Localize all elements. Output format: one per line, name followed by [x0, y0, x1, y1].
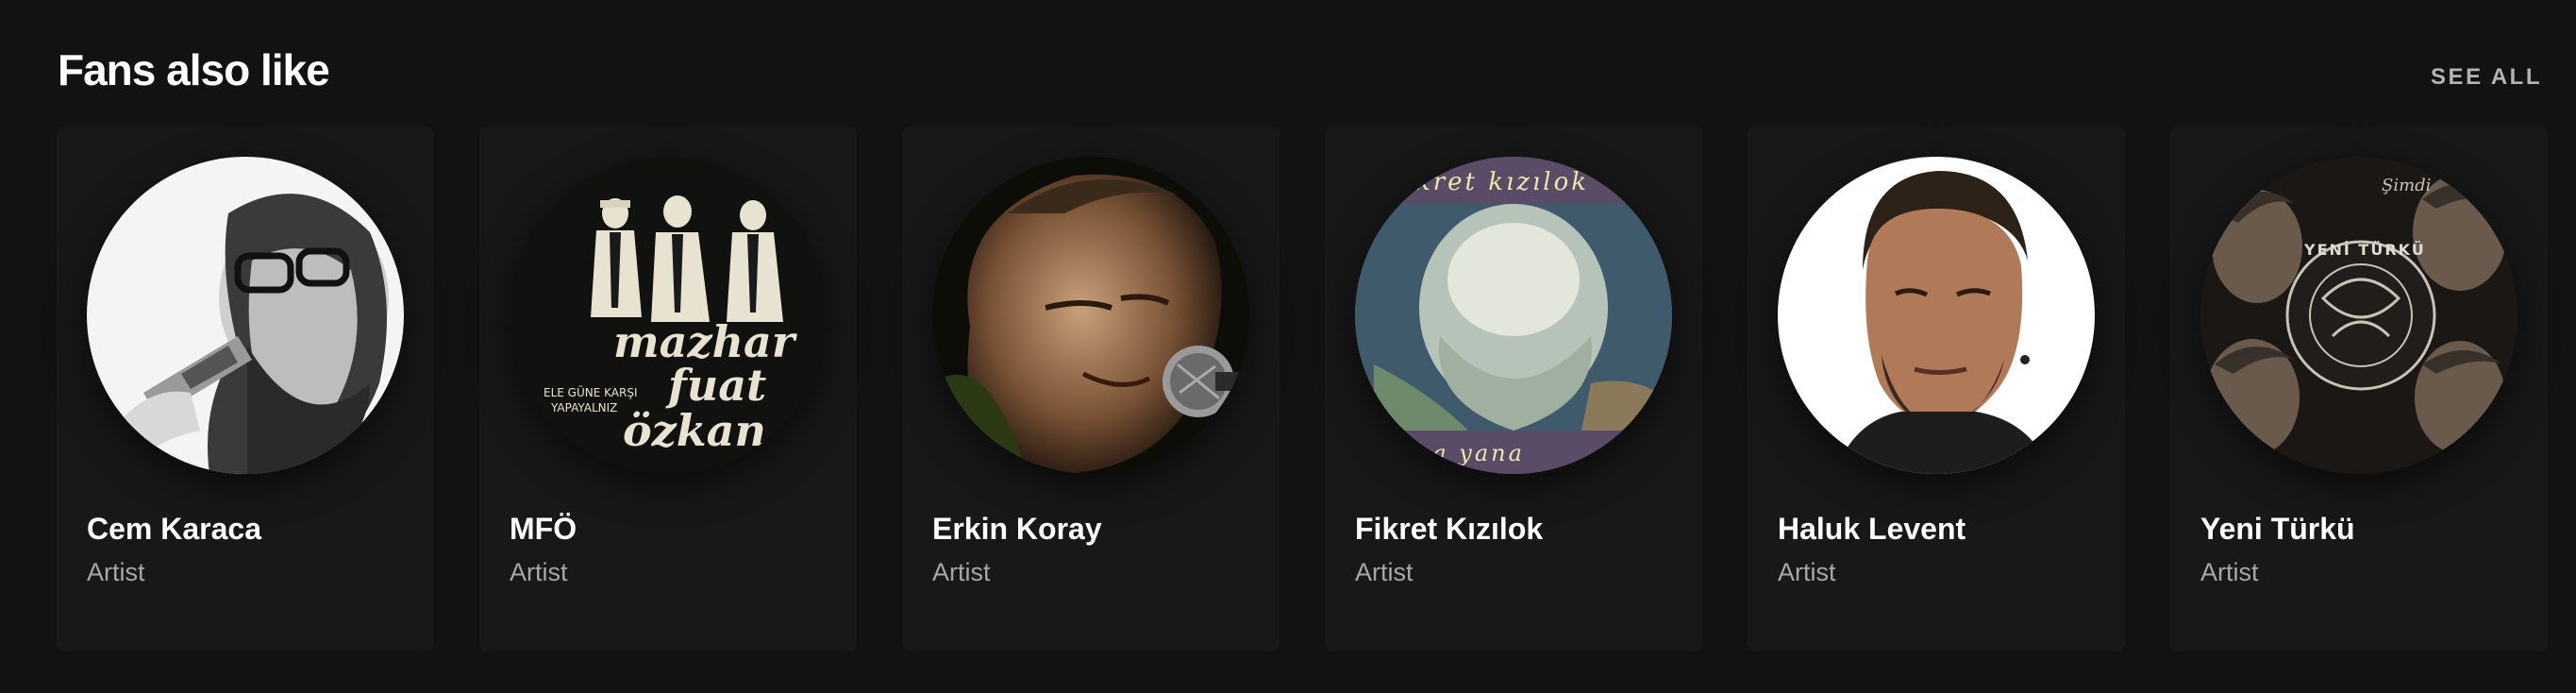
album-cover-portrait-icon: fikret kızılok yana yana [1355, 157, 1672, 474]
artist-card-row: Cem Karaca Artist mazhar fuat özkan ELE … [57, 127, 2548, 651]
artist-name: MFÖ [510, 512, 577, 546]
artist-image [87, 157, 404, 474]
artist-card[interactable]: Haluk Levent Artist [1748, 127, 2125, 651]
artist-type-label: Artist [2200, 558, 2259, 586]
artist-name: Yeni Türkü [2200, 512, 2355, 546]
fans-also-like-section: Fans also like SEE ALL Cem Karaca Artist… [0, 0, 2576, 693]
artist-image: Şimdi YENİ TÜRKÜ [2200, 157, 2517, 474]
artist-name: Haluk Levent [1778, 512, 1966, 546]
cover-text-line: Şimdi [2382, 176, 2431, 195]
singer-with-microphone-photo-icon [87, 157, 404, 474]
artist-card[interactable]: mazhar fuat özkan ELE GÜNE KARŞI YAPAYAL… [479, 127, 857, 651]
see-all-link[interactable]: SEE ALL [2431, 62, 2542, 93]
band-album-cover-icon: mazhar fuat özkan ELE GÜNE KARŞI YAPAYAL… [510, 157, 827, 474]
singer-at-microphone-photo-icon [932, 157, 1249, 474]
artist-type-label: Artist [1355, 558, 1413, 586]
band-collage-logo-icon: Şimdi YENİ TÜRKÜ [2200, 157, 2517, 474]
artist-card[interactable]: fikret kızılok yana yana Fikret Kızılok … [1325, 127, 1702, 651]
artist-card[interactable]: Erkin Koray Artist [902, 127, 1280, 651]
cover-text-line: fikret kızılok [1391, 168, 1589, 196]
cover-text-line: yana yana [1382, 440, 1525, 466]
artist-image [932, 157, 1249, 474]
man-portrait-photo-icon [1778, 157, 2095, 474]
cover-text-line: fuat [665, 360, 766, 411]
artist-image: fikret kızılok yana yana [1355, 157, 1672, 474]
section-title: Fans also like [58, 45, 330, 94]
artist-card[interactable]: Cem Karaca Artist [57, 127, 434, 651]
artist-type-label: Artist [87, 558, 145, 586]
artist-type-label: Artist [1778, 558, 1836, 586]
cover-small-text: YAPAYALNIZ [550, 401, 617, 414]
artist-name: Cem Karaca [87, 512, 261, 546]
artist-type-label: Artist [932, 558, 991, 586]
artist-name: Erkin Koray [932, 512, 1102, 546]
artist-image [1778, 157, 2095, 474]
artist-type-label: Artist [510, 558, 568, 586]
artist-card[interactable]: Şimdi YENİ TÜRKÜ Yeni Türkü Artist [2170, 127, 2548, 651]
cover-text-line: YENİ TÜRKÜ [2303, 241, 2426, 259]
cover-small-text: ELE GÜNE KARŞI [544, 384, 637, 399]
artist-name: Fikret Kızılok [1355, 512, 1544, 546]
artist-image: mazhar fuat özkan ELE GÜNE KARŞI YAPAYAL… [510, 157, 827, 474]
cover-text-line: özkan [623, 405, 766, 456]
